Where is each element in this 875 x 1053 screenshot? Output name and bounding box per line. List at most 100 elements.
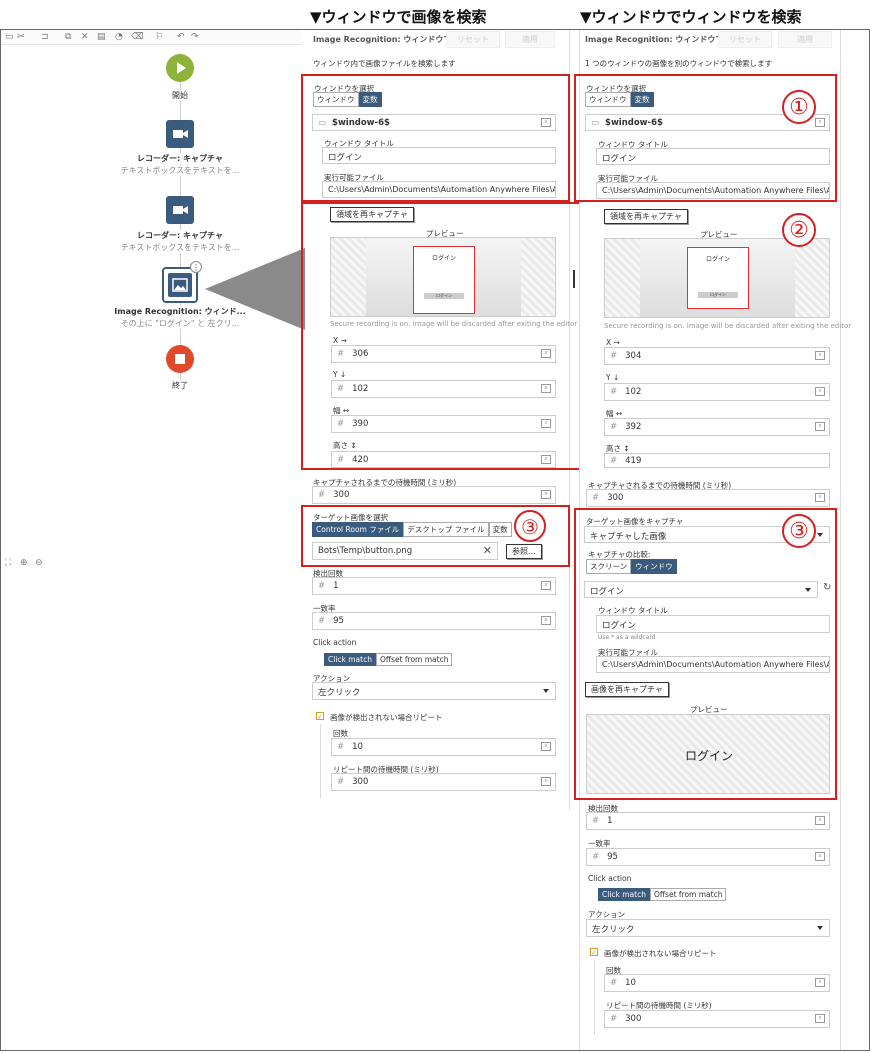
right-preview: ログイン ログイン: [604, 238, 830, 318]
var-icon[interactable]: x: [541, 777, 551, 786]
var-icon[interactable]: x: [541, 490, 551, 499]
preview-login-box: ログイン ログイン: [687, 247, 749, 309]
left-repeat-label: 画像が検出されない場合リピート: [330, 713, 443, 722]
info-icon[interactable]: ⋮: [190, 261, 202, 273]
chevron-down-icon: [817, 926, 823, 930]
video-icon: [173, 206, 188, 214]
left-apply-button[interactable]: 適用: [505, 31, 555, 48]
right-count-input[interactable]: #1 x: [586, 812, 830, 830]
right-apply-button[interactable]: 適用: [778, 31, 832, 48]
left-wait-input[interactable]: #300 x: [312, 486, 556, 504]
right-x-input[interactable]: #304 x: [604, 347, 830, 365]
left-offset-match[interactable]: Offset from match: [375, 653, 453, 666]
recorder-2-title: レコーダー: キャプチャ: [110, 230, 250, 241]
right-reset-button[interactable]: リセット: [718, 31, 772, 48]
right-caption: ▼ウィンドウでウィンドウを検索: [580, 8, 802, 26]
var-icon[interactable]: x: [815, 978, 825, 987]
left-click-action-label: Click action: [313, 638, 357, 647]
right-h-input[interactable]: #419: [604, 453, 830, 468]
right-x-label: X →: [606, 338, 620, 347]
right-w-input[interactable]: #392 x: [604, 418, 830, 436]
insert-icon[interactable]: ⊐: [41, 32, 49, 42]
stop-icon: [175, 354, 185, 364]
right-recapture-button[interactable]: 領域を再キャプチャ: [604, 209, 688, 224]
editor-toolbar: ▭ ✂ ⊐ ⧉ ✕ ▤ ◔ ⌫ ⚐ ↶ ↷: [1, 30, 301, 45]
copy-icon[interactable]: ⧉: [65, 32, 71, 42]
var-icon[interactable]: x: [541, 581, 551, 590]
left-description: ウィンドウ内で画像ファイルを検索します: [313, 59, 456, 68]
right-y-label: Y ↓: [606, 373, 620, 382]
end-label: 終了: [130, 380, 230, 391]
left-click-match[interactable]: Click match: [324, 653, 376, 666]
redo-icon[interactable]: ↷: [191, 32, 199, 42]
right-highlight-3: [574, 508, 837, 800]
var-icon[interactable]: x: [541, 616, 551, 625]
paste-icon[interactable]: ▤: [97, 32, 106, 42]
left-panel-title: Image Recognition: ウィンドウで...: [313, 35, 461, 44]
fit-icon[interactable]: ⛶: [5, 558, 11, 568]
left-match-input[interactable]: #95 x: [312, 612, 556, 630]
left-click-action-toggle: Click match Offset from match: [324, 653, 453, 666]
var-icon[interactable]: x: [815, 493, 825, 502]
video-icon: [173, 130, 188, 138]
recorder-node-2[interactable]: [166, 196, 194, 224]
right-click-match[interactable]: Click match: [598, 888, 650, 901]
image-icon: [168, 273, 192, 297]
right-wait-input[interactable]: #300 x: [586, 489, 830, 507]
right-secure-note: Secure recording is on. Image will be di…: [604, 322, 852, 330]
preview-login-button: ログイン: [698, 292, 738, 298]
var-icon[interactable]: x: [815, 852, 825, 861]
callout-pointer: [205, 248, 305, 330]
left-action-select[interactable]: 左クリック: [312, 682, 556, 700]
left-count-input[interactable]: #1 x: [312, 577, 556, 595]
left-repeat-wait-input[interactable]: #300 x: [331, 773, 556, 791]
cut-icon[interactable]: ✕: [81, 32, 89, 42]
right-click-action-toggle: Click match Offset from match: [598, 888, 727, 901]
var-icon[interactable]: x: [815, 816, 825, 825]
callout-1: ①: [782, 90, 816, 124]
right-description: 1 つのウィンドウの画像を別のウィンドウで検索します: [585, 59, 773, 68]
right-offset-match[interactable]: Offset from match: [649, 888, 727, 901]
start-node[interactable]: [166, 54, 194, 82]
right-times-input[interactable]: #10 x: [604, 974, 830, 992]
indent-line: [320, 724, 321, 799]
cut-flow-icon[interactable]: ✂: [17, 32, 25, 42]
left-reset-button[interactable]: リセット: [446, 31, 500, 48]
end-node[interactable]: [166, 345, 194, 373]
right-click-action-label: Click action: [588, 874, 632, 883]
recorder-1-title: レコーダー: キャプチャ: [110, 153, 250, 164]
disable-icon[interactable]: ⚐: [155, 32, 163, 42]
lock-icon[interactable]: ◔: [115, 32, 123, 42]
zoom-in-icon[interactable]: ⊕: [20, 558, 28, 568]
right-match-input[interactable]: #95 x: [586, 848, 830, 866]
left-caption: ▼ウィンドウで画像を検索: [310, 8, 487, 26]
right-repeat-checkbox[interactable]: ✓: [590, 948, 598, 957]
undo-icon[interactable]: ↶: [177, 32, 185, 42]
indent-line: [594, 960, 595, 1035]
left-times-input[interactable]: #10 x: [331, 738, 556, 756]
zoom-out-icon[interactable]: ⊖: [35, 558, 43, 568]
var-icon[interactable]: x: [541, 742, 551, 751]
right-y-input[interactable]: #102 x: [604, 383, 830, 401]
play-icon: [177, 62, 186, 74]
recorder-1-sub: テキストボックスをテキストを...: [110, 165, 250, 176]
left-callout-3: ③: [514, 510, 546, 542]
start-label: 開始: [130, 90, 230, 101]
chevron-down-icon: [543, 689, 549, 693]
var-icon[interactable]: x: [815, 387, 825, 396]
left-highlight-1: [301, 74, 570, 202]
delete-icon[interactable]: ⌫: [131, 32, 144, 42]
preview-login-text: ログイン: [705, 256, 730, 263]
right-repeat-wait-input[interactable]: #300 x: [604, 1010, 830, 1028]
right-callout-3: ③: [782, 514, 816, 548]
var-icon[interactable]: x: [815, 422, 825, 431]
right-panel-title: Image Recognition: ウィンドウで...: [585, 35, 733, 44]
right-repeat-label: 画像が検出されない場合リピート: [604, 949, 717, 958]
recorder-node-1[interactable]: [166, 120, 194, 148]
left-repeat-checkbox[interactable]: ✓: [316, 712, 324, 721]
var-icon[interactable]: x: [815, 1014, 825, 1023]
record-icon[interactable]: ▭: [5, 32, 14, 42]
var-icon[interactable]: x: [815, 351, 825, 360]
callout-2: ②: [782, 213, 816, 247]
right-action-select[interactable]: 左クリック: [586, 919, 830, 937]
